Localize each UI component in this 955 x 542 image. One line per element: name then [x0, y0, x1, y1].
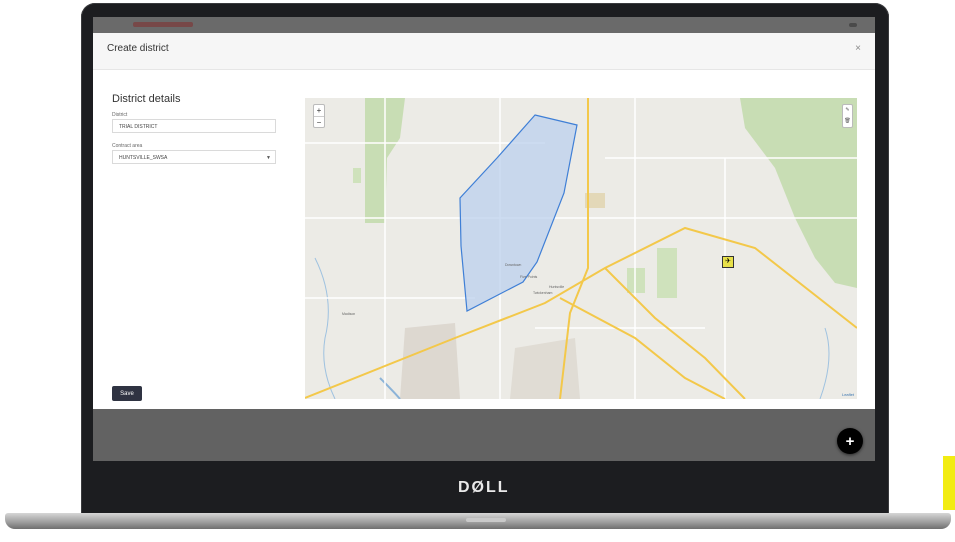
- park-area-monte-sano: [657, 248, 677, 298]
- section-title: District details: [112, 93, 181, 105]
- park-area-east: [740, 98, 857, 288]
- urban-area-2: [510, 338, 580, 399]
- map-label-five-points: Five Points: [520, 275, 538, 279]
- map-label-huntsville: Huntsville: [549, 285, 565, 289]
- park-area-tiny: [353, 168, 361, 183]
- map-canvas: [305, 98, 857, 399]
- zoom-in-icon[interactable]: +: [314, 105, 324, 116]
- river-1: [379, 377, 401, 399]
- close-icon[interactable]: ×: [855, 43, 861, 54]
- user-menu-icon[interactable]: [849, 23, 857, 27]
- zoom-out-icon[interactable]: −: [314, 116, 324, 128]
- yellow-marker: [943, 456, 955, 510]
- modal-title: Create district: [107, 43, 169, 54]
- laptop-notch: [466, 518, 506, 522]
- edit-icon[interactable]: ✎: [843, 105, 852, 116]
- add-fab-button[interactable]: +: [837, 428, 863, 454]
- airport-icon: ✈: [722, 256, 734, 268]
- app-topbar: [93, 17, 875, 33]
- app-background: [93, 409, 875, 461]
- district-input[interactable]: TRIAL DISTRICT: [112, 119, 276, 133]
- app-logo: [133, 22, 193, 27]
- zoom-control: + −: [313, 104, 325, 128]
- draw-control: ✎ 🗑: [842, 104, 853, 128]
- district-label: District: [112, 112, 128, 118]
- brand-logo: DØLL: [458, 479, 510, 496]
- contract-area-select[interactable]: HUNTSVILLE_SWSA ▼: [112, 150, 276, 164]
- river-2: [314, 257, 336, 399]
- contract-area-label: Contract area: [112, 143, 143, 149]
- contract-area-value: HUNTSVILLE_SWSA: [119, 155, 168, 161]
- district-map[interactable]: Huntsville Madison Twickenham Downtown F…: [305, 98, 857, 399]
- map-attribution[interactable]: Leaflet: [842, 392, 854, 397]
- park-area-small: [627, 268, 645, 293]
- save-button[interactable]: Save: [112, 386, 142, 401]
- trash-icon[interactable]: 🗑: [843, 116, 852, 127]
- create-district-modal: Create district × District details Distr…: [93, 33, 875, 409]
- district-polygon: [459, 114, 578, 312]
- modal-header: Create district ×: [93, 33, 875, 70]
- laptop-screen: Create district × District details Distr…: [93, 17, 875, 461]
- chevron-down-icon: ▼: [266, 155, 271, 161]
- map-label-twickenham: Twickenham: [533, 291, 553, 295]
- scene: Create district × District details Distr…: [0, 0, 955, 542]
- map-label-madison: Madison: [342, 312, 356, 316]
- urban-area-1: [400, 323, 460, 399]
- river-3: [819, 327, 830, 399]
- map-label-downtown: Downtown: [505, 263, 522, 267]
